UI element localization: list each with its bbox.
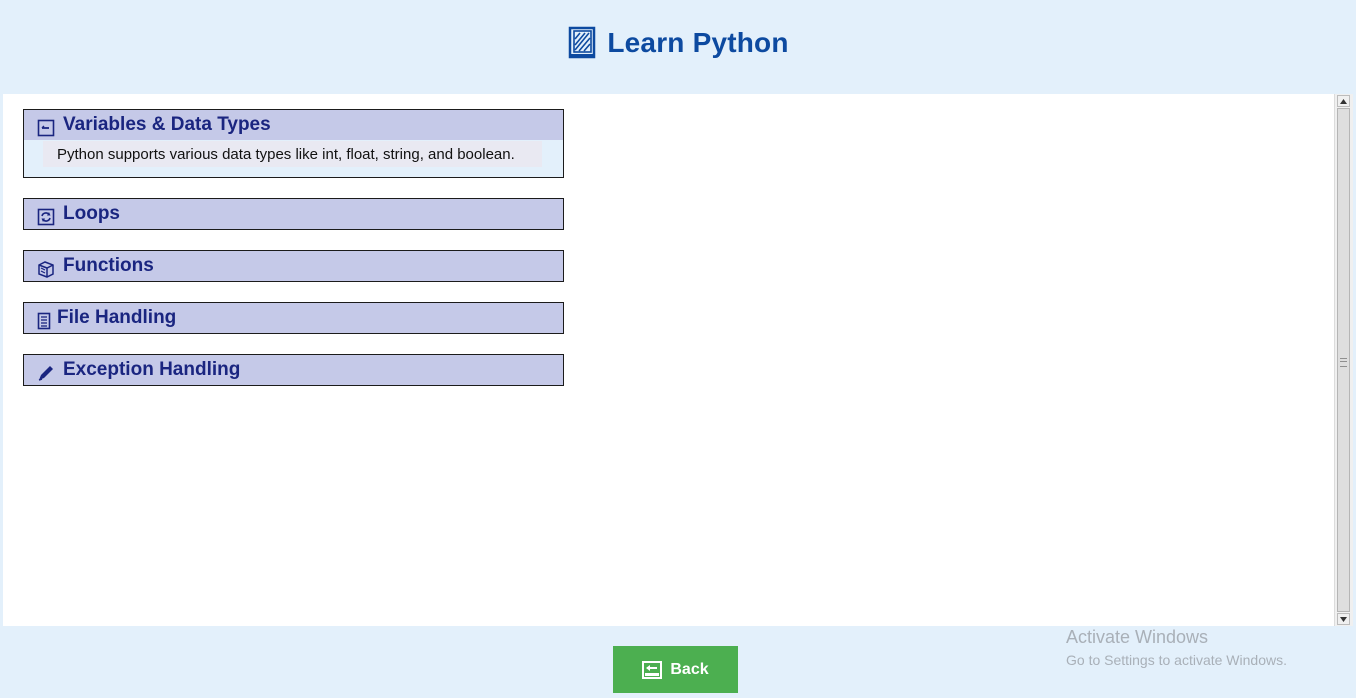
loop-icon — [37, 208, 55, 226]
grip-icon — [1340, 358, 1347, 367]
section-header-file-handling[interactable]: File Handling — [24, 303, 563, 333]
document-icon — [37, 312, 51, 330]
section-header-variables[interactable]: Variables & Data Types — [24, 110, 563, 140]
back-button-label: Back — [670, 660, 709, 678]
section-header-loops[interactable]: Loops — [24, 199, 563, 229]
section-exception-handling: Exception Handling — [23, 354, 564, 386]
back-icon — [642, 660, 663, 679]
watermark-subtitle: Go to Settings to activate Windows. — [1066, 652, 1287, 668]
header: Learn Python — [0, 0, 1356, 94]
section-description: Python supports various data types like … — [43, 141, 542, 167]
section-header-exception-handling[interactable]: Exception Handling — [24, 355, 563, 385]
back-button[interactable]: Back — [613, 646, 738, 693]
collapse-icon[interactable] — [37, 119, 55, 137]
section-label: Loops — [63, 203, 120, 224]
content-panel: Variables & Data Types Python supports v… — [3, 94, 1334, 626]
section-label: Variables & Data Types — [63, 114, 271, 135]
topic-accordion: Variables & Data Types Python supports v… — [23, 109, 564, 406]
section-label: Functions — [63, 255, 154, 276]
section-body-variables: Python supports various data types like … — [24, 140, 563, 177]
section-label: File Handling — [57, 307, 177, 328]
scroll-down-arrow-icon[interactable] — [1337, 613, 1350, 625]
section-file-handling: File Handling — [23, 302, 564, 334]
page-title: Learn Python — [607, 27, 789, 58]
cube-icon — [37, 260, 55, 278]
activation-watermark: Activate Windows Go to Settings to activ… — [1066, 627, 1287, 668]
title-wrap: Learn Python — [567, 26, 788, 60]
section-functions: Functions — [23, 250, 564, 282]
vertical-scrollbar[interactable] — [1334, 94, 1353, 626]
section-header-functions[interactable]: Functions — [24, 251, 563, 281]
pen-icon — [37, 364, 55, 382]
section-label: Exception Handling — [63, 359, 241, 380]
watermark-title: Activate Windows — [1066, 627, 1209, 647]
section-variables-data-types: Variables & Data Types Python supports v… — [23, 109, 564, 178]
book-icon — [567, 26, 597, 60]
section-loops: Loops — [23, 198, 564, 230]
scroll-thumb[interactable] — [1337, 108, 1350, 612]
scroll-up-arrow-icon[interactable] — [1337, 95, 1350, 107]
